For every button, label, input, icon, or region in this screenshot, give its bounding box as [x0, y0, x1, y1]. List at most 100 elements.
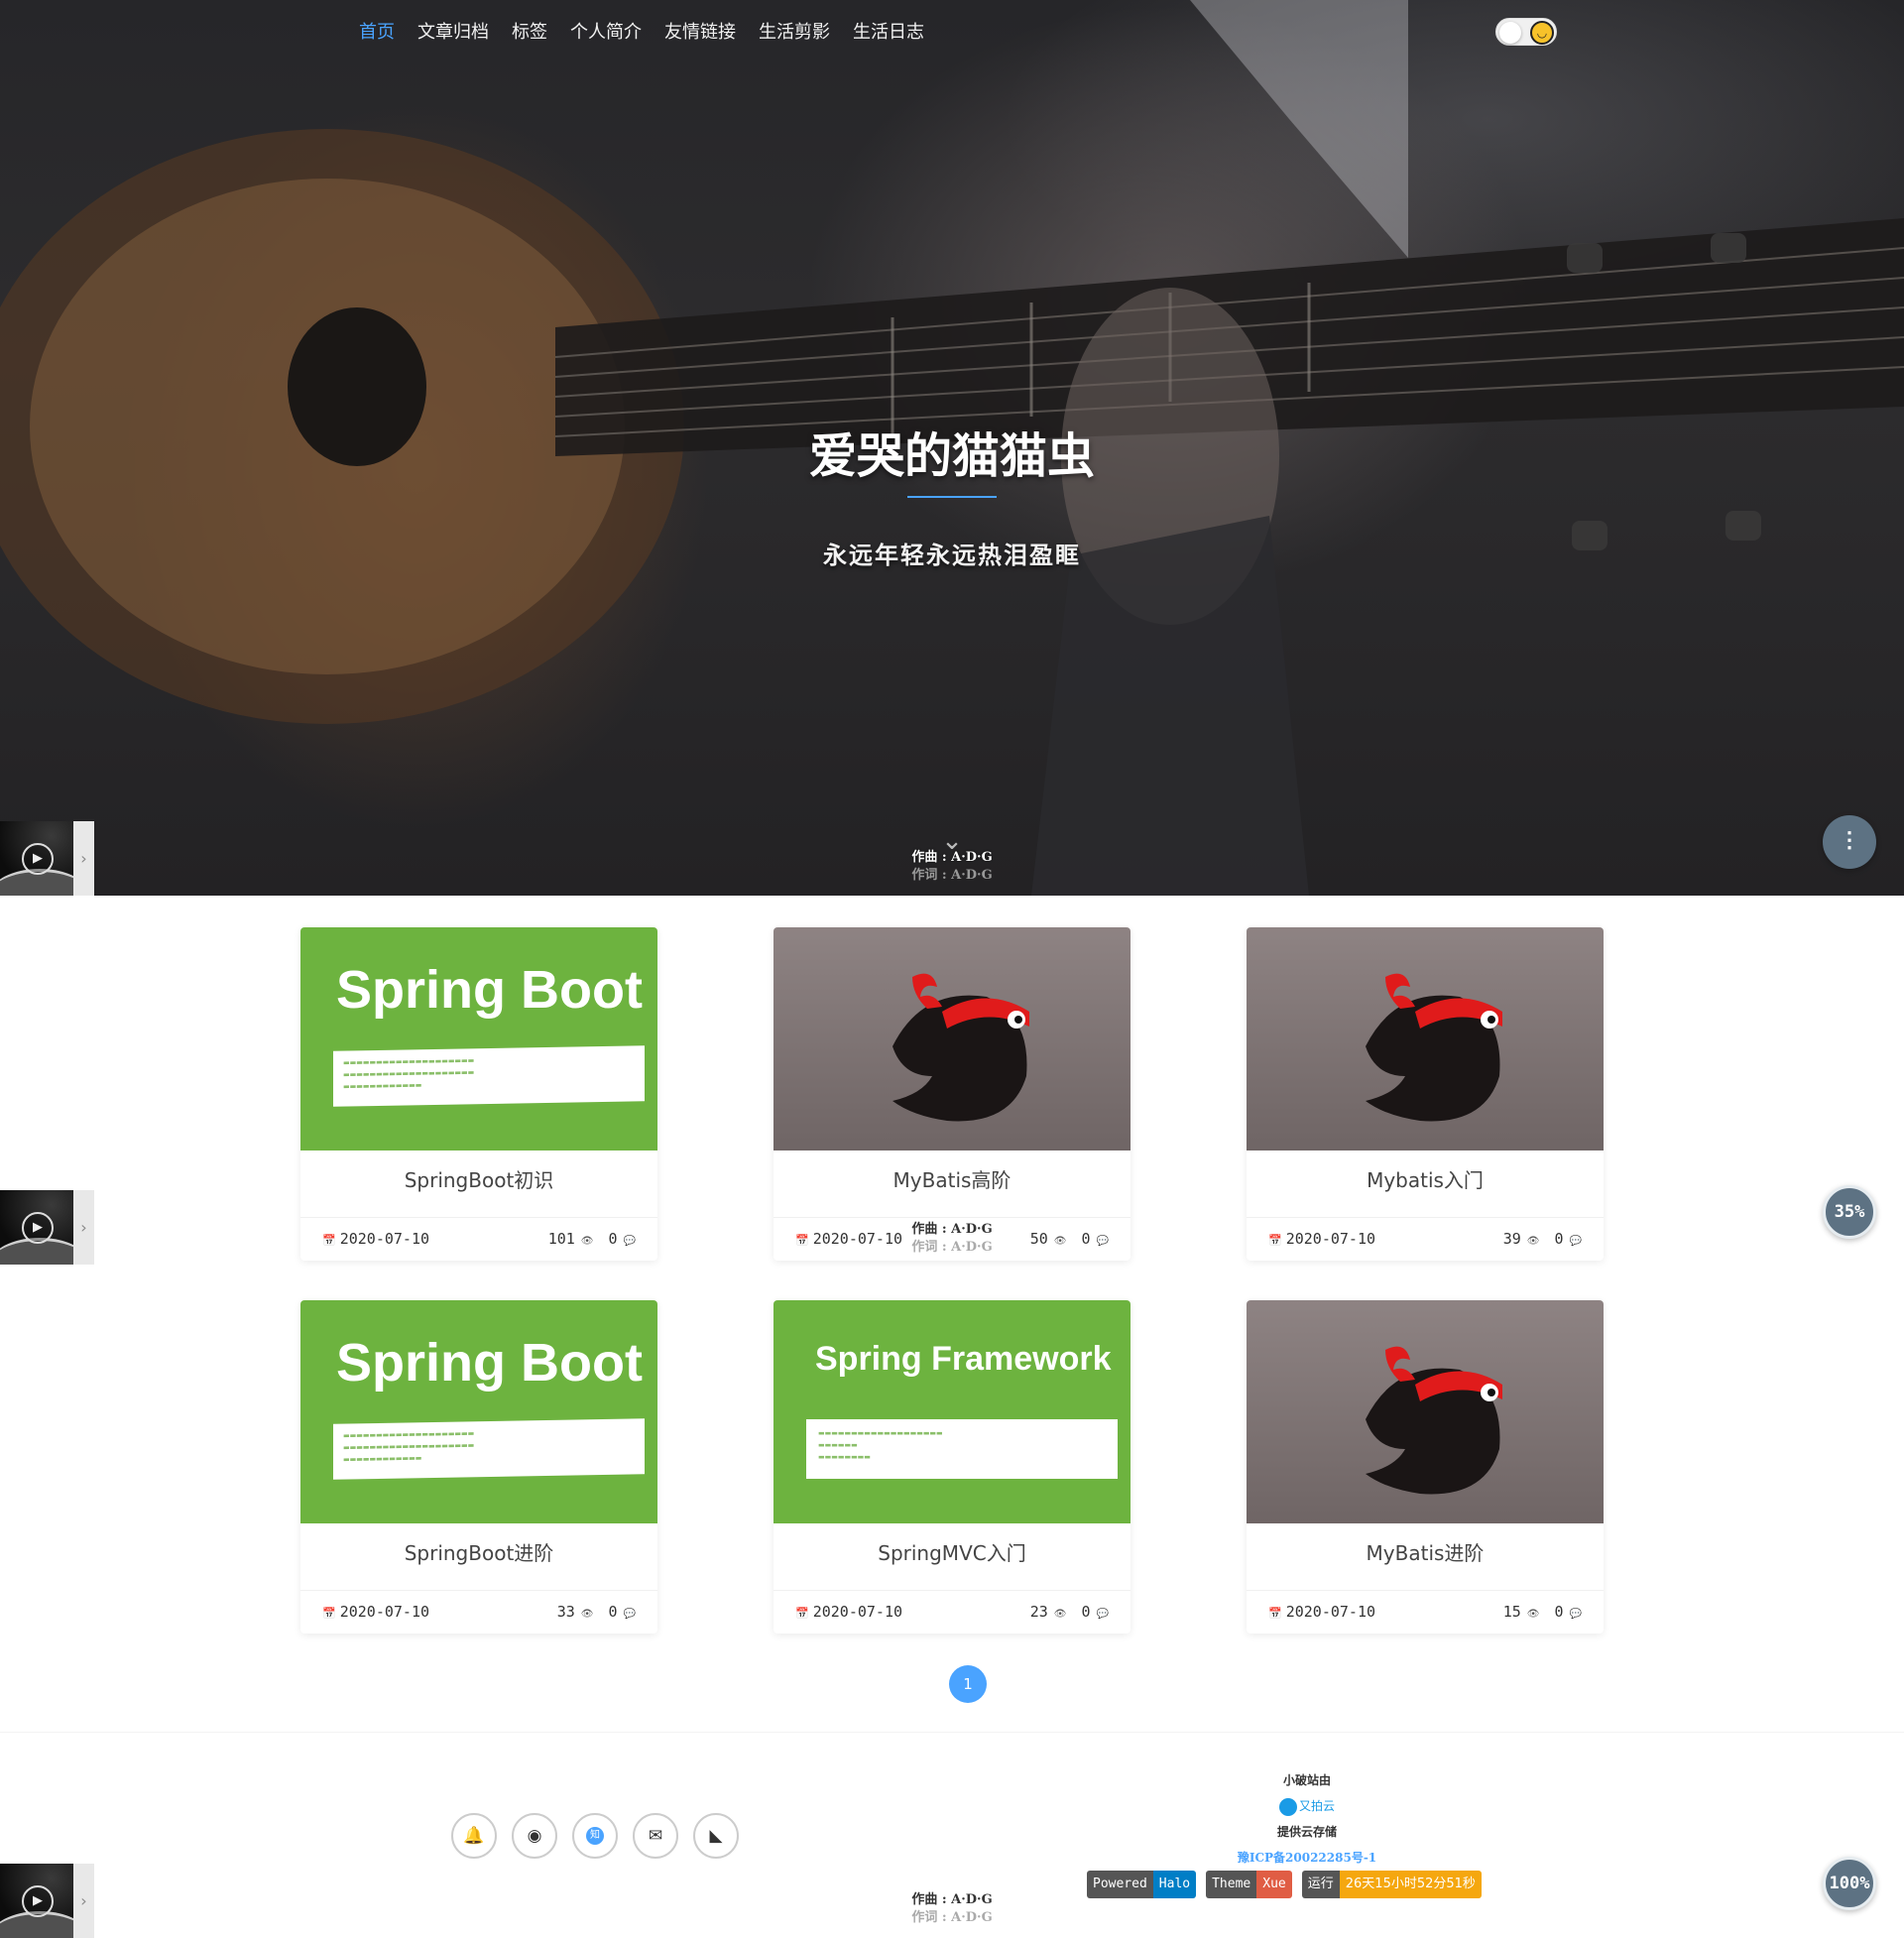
storage-text: 提供云存储: [1276, 1825, 1337, 1839]
post-cover-image[interactable]: Spring Boot ▬▬▬▬▬▬▬▬▬▬▬▬▬▬▬▬▬▬▬▬ ▬▬▬▬▬▬▬▬…: [300, 927, 657, 1151]
calendar-icon: 📅: [795, 1607, 809, 1620]
chevron-right-icon[interactable]: ›: [73, 1190, 94, 1265]
music-player-tab[interactable]: ▶ ›: [0, 1190, 94, 1265]
email-icon[interactable]: ✉: [633, 1813, 678, 1859]
nav-item-photos[interactable]: 生活剪影: [759, 20, 830, 46]
post-date: 📅 2020-07-10: [322, 1603, 429, 1621]
chevron-right-icon[interactable]: ›: [73, 1864, 94, 1938]
site-title: 爱哭的猫猫虫: [808, 428, 1095, 484]
eye-icon: 👁: [580, 1609, 594, 1620]
post-card[interactable]: Spring Framework ▬▬▬▬▬▬▬▬▬▬▬▬▬▬▬▬▬▬▬ ▬▬▬▬…: [774, 1300, 1130, 1634]
nav-item-tags[interactable]: 标签: [512, 20, 547, 46]
chevron-right-icon[interactable]: ›: [73, 821, 94, 896]
post-title[interactable]: Mybatis入门: [1247, 1165, 1604, 1195]
nav-item-home[interactable]: 首页: [359, 20, 395, 46]
post-cover-image[interactable]: [1247, 927, 1604, 1151]
nav-item-archives[interactable]: 文章归档: [417, 20, 489, 46]
post-card[interactable]: Mybatis入门 📅 2020-07-10 39 👁 0 💬: [1247, 927, 1604, 1261]
toggle-knob: [1499, 22, 1521, 44]
site-subtitle: 永远年轻永远热泪盈眶: [823, 541, 1081, 569]
lyrics-overlay: 作曲 : A·D·G 作词 : A·D·G: [0, 1891, 1904, 1927]
view-count: 23: [1029, 1603, 1048, 1621]
eye-icon: 👁: [1526, 1609, 1540, 1620]
rss-icon[interactable]: ◣: [693, 1813, 739, 1859]
post-meta: 📅 2020-07-10 15 👁 0 💬: [1247, 1590, 1604, 1634]
icp-link[interactable]: 豫ICP备20022285号-1: [1208, 1845, 1406, 1871]
post-card[interactable]: Spring Boot ▬▬▬▬▬▬▬▬▬▬▬▬▬▬▬▬▬▬▬▬ ▬▬▬▬▬▬▬▬…: [300, 927, 657, 1261]
play-circle-icon[interactable]: ▶: [22, 843, 54, 875]
comment-count: 0: [1081, 1603, 1091, 1621]
post-cover-image[interactable]: [774, 927, 1130, 1151]
post-card[interactable]: MyBatis进阶 📅 2020-07-10 15 👁 0 💬: [1247, 1300, 1604, 1634]
cover-heading: Spring Boot: [336, 1333, 643, 1393]
comment-icon: 💬: [1569, 1609, 1582, 1620]
comment-count: 0: [608, 1603, 618, 1621]
mybatis-bird-logo: [1366, 973, 1502, 1122]
smiley-icon: ◡: [1530, 21, 1554, 45]
more-vertical-icon[interactable]: ⋮: [1823, 815, 1876, 869]
lyric-line-2: 作词 : A·D·G: [911, 1240, 993, 1255]
cover-heading: Spring Framework: [815, 1340, 1112, 1378]
post-title[interactable]: MyBatis进阶: [1247, 1538, 1604, 1568]
eye-icon: 👁: [1053, 1609, 1067, 1620]
lyric-line-1: 作曲 : A·D·G: [911, 1892, 993, 1907]
play-circle-icon[interactable]: ▶: [22, 1885, 54, 1917]
hero-banner: 首页 文章归档 标签 个人简介 友情链接 生活剪影 生活日志 ◡ 爱哭的猫猫虫 …: [0, 0, 1904, 896]
post-date-text: 2020-07-10: [1285, 1603, 1376, 1621]
music-player-tab[interactable]: ▶ ›: [0, 1864, 94, 1938]
cover-note: ▬▬▬▬▬▬▬▬▬▬▬▬▬▬▬▬▬▬▬▬ ▬▬▬▬▬▬▬▬▬▬▬▬▬▬▬▬▬▬▬▬…: [333, 1045, 645, 1107]
post-date-text: 2020-07-10: [812, 1603, 903, 1621]
mybatis-bird-logo: [1366, 1346, 1502, 1495]
play-circle-icon[interactable]: ▶: [22, 1212, 54, 1244]
back-to-top-button[interactable]: 100%: [1823, 1857, 1876, 1910]
pagination-current-page[interactable]: 1: [949, 1665, 987, 1703]
lyrics-overlay: 作曲 : A·D·G 作词 : A·D·G: [0, 849, 1904, 885]
view-count: 15: [1502, 1603, 1521, 1621]
post-date: 📅 2020-07-10: [1268, 1603, 1375, 1621]
post-title[interactable]: MyBatis高阶: [774, 1165, 1130, 1195]
comment-icon: 💬: [623, 1609, 636, 1620]
site-label: 小破站由: [1282, 1773, 1331, 1787]
lyric-line-2: 作词 : A·D·G: [911, 868, 993, 883]
dark-mode-toggle[interactable]: ◡: [1495, 18, 1557, 46]
post-title[interactable]: SpringBoot初识: [300, 1165, 657, 1195]
zhihu-glyph: 知: [586, 1827, 604, 1845]
title-divider: [907, 496, 997, 498]
main-nav: 首页 文章归档 标签 个人简介 友情链接 生活剪影 生活日志: [359, 20, 947, 46]
scroll-down-icon[interactable]: ⌄: [936, 828, 968, 854]
album-cover: ▶: [0, 821, 73, 896]
post-date: 📅 2020-07-10: [795, 1603, 902, 1621]
cover-heading: Spring Boot: [336, 960, 643, 1020]
lyric-line-1: 作曲 : A·D·G: [911, 1222, 993, 1237]
music-player-tab[interactable]: ▶ ›: [0, 821, 94, 896]
cover-note: ▬▬▬▬▬▬▬▬▬▬▬▬▬▬▬▬▬▬▬▬ ▬▬▬▬▬▬▬▬▬▬▬▬▬▬▬▬▬▬▬▬…: [333, 1418, 645, 1480]
calendar-icon: 📅: [322, 1607, 336, 1620]
album-cover: ▶: [0, 1864, 73, 1938]
nav-item-links[interactable]: 友情链接: [664, 20, 736, 46]
post-cover-image[interactable]: Spring Boot ▬▬▬▬▬▬▬▬▬▬▬▬▬▬▬▬▬▬▬▬ ▬▬▬▬▬▬▬▬…: [300, 1300, 657, 1523]
post-cover-image[interactable]: Spring Framework ▬▬▬▬▬▬▬▬▬▬▬▬▬▬▬▬▬▬▬ ▬▬▬▬…: [774, 1300, 1130, 1523]
qq-icon[interactable]: 🔔: [451, 1813, 497, 1859]
post-card[interactable]: MyBatis高阶 📅 2020-07-10 50 👁 0 💬: [774, 927, 1130, 1261]
post-title[interactable]: SpringMVC入门: [774, 1538, 1130, 1568]
cover-note: ▬▬▬▬▬▬▬▬▬▬▬▬▬▬▬▬▬▬▬ ▬▬▬▬▬▬ ▬▬▬▬▬▬▬▬: [806, 1419, 1118, 1479]
footer-info: 小破站由 又拍云 提供云存储 豫ICP备20022285号-1: [1208, 1767, 1406, 1871]
post-meta: 📅 2020-07-10 23 👁 0 💬: [774, 1590, 1130, 1634]
upyun-text: 又拍云: [1298, 1799, 1335, 1813]
post-title[interactable]: SpringBoot进阶: [300, 1538, 657, 1568]
post-stats: 23 👁 0 💬: [1024, 1603, 1109, 1621]
read-progress-button[interactable]: 35%: [1823, 1185, 1876, 1239]
upyun-logo-icon: [1278, 1797, 1297, 1816]
nav-item-about[interactable]: 个人简介: [570, 20, 642, 46]
nav-item-journals[interactable]: 生活日志: [853, 20, 924, 46]
post-card[interactable]: Spring Boot ▬▬▬▬▬▬▬▬▬▬▬▬▬▬▬▬▬▬▬▬ ▬▬▬▬▬▬▬▬…: [300, 1300, 657, 1634]
view-count: 33: [556, 1603, 575, 1621]
lyric-line-1: 作曲 : A·D·G: [911, 850, 993, 865]
calendar-icon: 📅: [1268, 1607, 1282, 1620]
upyun-link[interactable]: 又拍云: [1208, 1793, 1406, 1819]
github-icon[interactable]: ◉: [512, 1813, 557, 1859]
lyrics-overlay: 作曲 : A·D·G 作词 : A·D·G: [0, 1221, 1904, 1257]
post-cover-image[interactable]: [1247, 1300, 1604, 1523]
zhihu-icon[interactable]: 知: [572, 1813, 618, 1859]
lyric-line-2: 作词 : A·D·G: [911, 1910, 993, 1925]
